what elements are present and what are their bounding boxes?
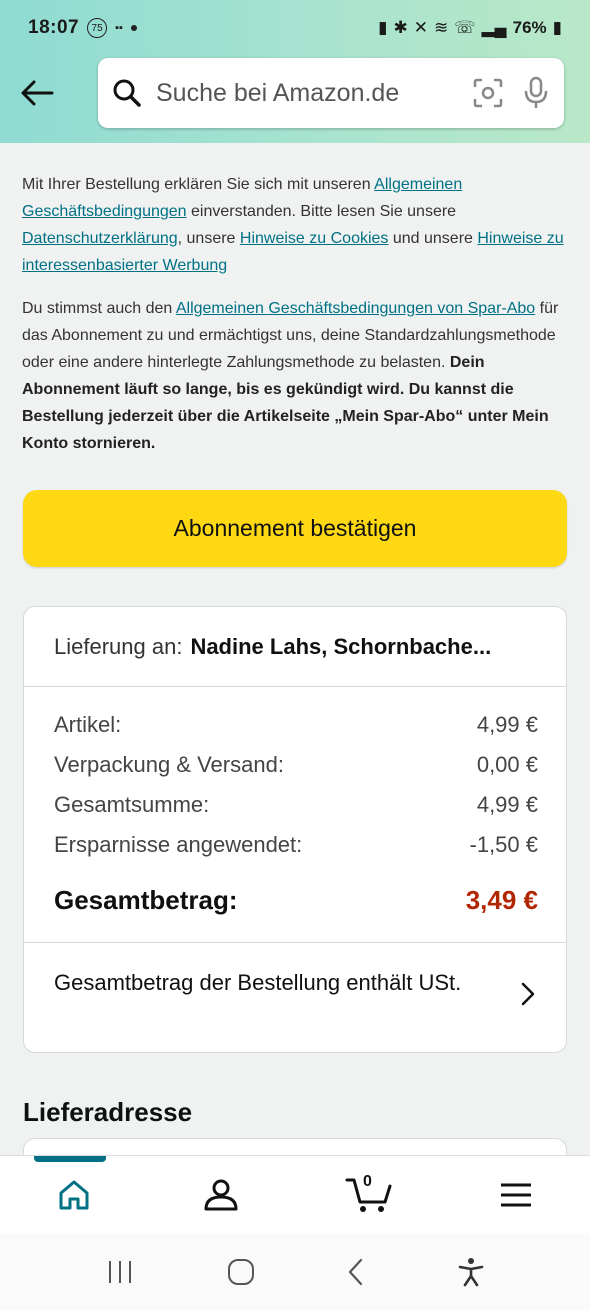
bottom-navigation: 0 — [0, 1155, 590, 1233]
search-input[interactable]: Suche bei Amazon.de — [156, 79, 454, 108]
voice-search-button[interactable] — [522, 76, 550, 110]
app-notification-icon: ▪▪ — [115, 22, 123, 34]
status-bar: 18:07 75 ▪▪ ▮ ✱ ✕ ≋ ☏ ▂▄ 76% ▮ — [0, 0, 590, 56]
nav-account[interactable] — [148, 1156, 296, 1233]
search-bar[interactable]: Suche bei Amazon.de — [98, 58, 564, 128]
price-row-shipping: Verpackung & Versand: 0,00 € — [54, 752, 538, 777]
chevron-right-icon — [521, 982, 535, 1006]
status-time: 18:07 — [28, 17, 80, 38]
back-arrow-icon — [21, 80, 54, 106]
price-row-total: Gesamtbetrag: 3,49 € — [54, 877, 538, 923]
more-notifications-icon — [130, 25, 137, 31]
call-icon: ☏ — [454, 18, 476, 37]
recent-apps-icon[interactable] — [105, 1258, 135, 1286]
vat-info-row[interactable]: Gesamtbetrag der Bestellung enthält USt. — [24, 942, 566, 1052]
delivery-name: Nadine Lahs, Schornbache... — [190, 633, 492, 659]
order-summary-card: Lieferung an: Nadine Lahs, Schornbache..… — [23, 606, 567, 1053]
total-label: Gesamtbetrag: — [54, 884, 238, 915]
signal-icon: ▂▄ — [481, 18, 507, 37]
legal-paragraph-subscription: Du stimmst auch den Allgemeinen Geschäft… — [22, 300, 559, 452]
wifi-icon: ≋ — [433, 18, 449, 37]
total-value: 3,49 € — [465, 884, 538, 915]
notification-badge: 75 — [87, 18, 108, 38]
battery-percent: 76% — [512, 18, 547, 37]
nav-cart[interactable]: 0 — [295, 1156, 443, 1233]
system-navigation-bar — [0, 1233, 590, 1311]
bluetooth-icon: ✱ — [393, 18, 408, 37]
microphone-icon — [524, 76, 548, 108]
spar-abo-terms-link[interactable]: Allgemeinen Geschäftsbedingungen von Spa… — [176, 300, 535, 317]
checkout-content: Mit Ihrer Bestellung erklären Sie sich m… — [0, 143, 590, 1155]
battery-icon: ▮ — [552, 18, 562, 37]
cookies-link[interactable]: Hinweise zu Cookies — [240, 230, 389, 247]
home-icon — [59, 1180, 89, 1209]
section-heading-delivery-address: Lieferadresse — [23, 1097, 193, 1127]
home-button-icon[interactable] — [226, 1257, 256, 1287]
nav-home[interactable] — [0, 1156, 148, 1233]
delivery-address-row[interactable]: Lieferung an: Nadine Lahs, Schornbache..… — [24, 607, 566, 687]
mute-icon: ✕ — [413, 18, 428, 37]
nav-menu[interactable] — [443, 1156, 590, 1233]
price-breakdown: Artikel: 4,99 € Verpackung & Versand: 0,… — [54, 705, 538, 923]
delivery-address-card[interactable] — [23, 1138, 567, 1155]
privacy-link[interactable]: Datenschutzerklärung — [22, 230, 178, 247]
nfc-icon: ▮ — [378, 18, 388, 37]
account-icon — [204, 1179, 238, 1210]
search-icon — [113, 79, 141, 107]
menu-icon — [501, 1183, 532, 1206]
price-row-subtotal: Gesamtsumme: 4,99 € — [54, 792, 538, 817]
confirm-subscription-button[interactable]: Abonnement bestätigen — [23, 490, 567, 567]
delivery-label: Lieferung an: — [54, 633, 183, 659]
camera-scan-icon — [473, 78, 503, 108]
legal-text: Mit Ihrer Bestellung erklären Sie sich m… — [22, 171, 572, 473]
cart-count: 0 — [363, 1173, 372, 1190]
accessibility-icon[interactable] — [457, 1257, 485, 1287]
camera-search-button[interactable] — [472, 77, 504, 109]
back-button[interactable] — [14, 70, 60, 116]
legal-paragraph-terms: Mit Ihrer Bestellung erklären Sie sich m… — [22, 176, 564, 274]
vat-info-text: Gesamtbetrag der Bestellung enthält USt. — [54, 970, 462, 995]
price-row-items: Artikel: 4,99 € — [54, 712, 538, 737]
top-bar: 18:07 75 ▪▪ ▮ ✱ ✕ ≋ ☏ ▂▄ 76% ▮ Suche bei… — [0, 0, 590, 143]
system-back-icon[interactable] — [346, 1257, 366, 1287]
price-row-savings: Ersparnisse angewendet: -1,50 € — [54, 832, 538, 857]
